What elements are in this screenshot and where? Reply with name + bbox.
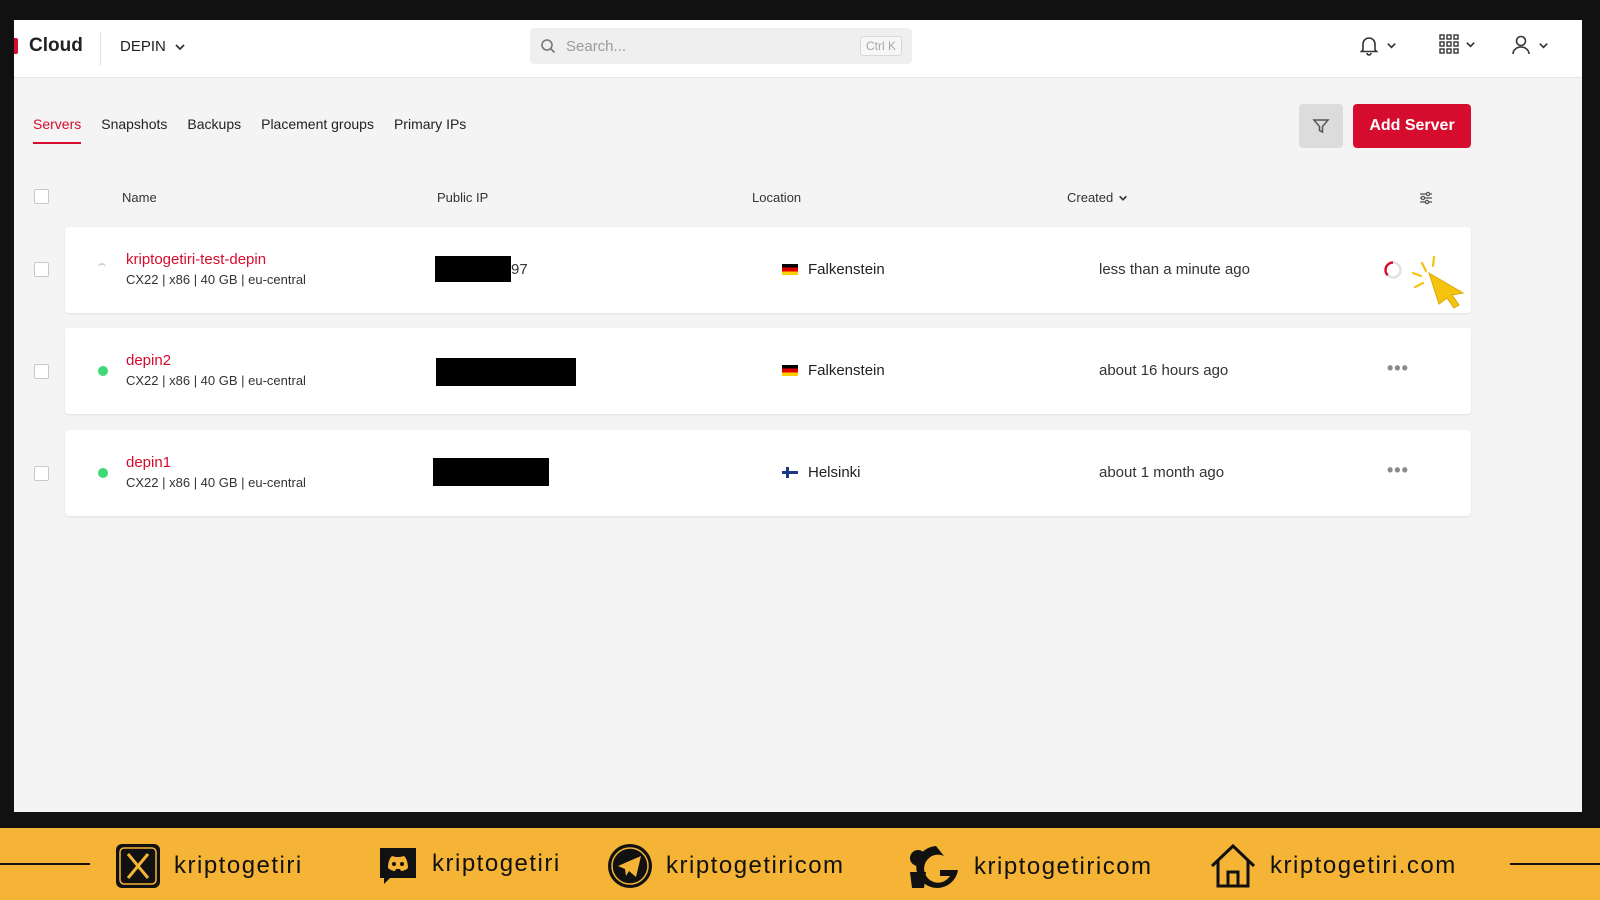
discord-handle: kriptogetiri <box>432 850 561 877</box>
tab-backups[interactable]: Backups <box>187 116 241 144</box>
top-bar: Cloud DEPIN Ctrl K <box>14 20 1582 78</box>
row-checkbox[interactable] <box>34 364 49 379</box>
social-telegram[interactable]: kriptogetiricom <box>606 842 845 890</box>
website-url: kriptogetiri.com <box>1270 852 1457 879</box>
location-label: Falkenstein <box>808 362 885 379</box>
server-location: Falkenstein <box>782 261 885 278</box>
github-handle: kriptogetiricom <box>974 853 1153 880</box>
project-selector[interactable]: DEPIN <box>120 38 186 55</box>
redacted-ip <box>433 458 549 486</box>
status-running-indicator <box>98 468 108 478</box>
column-settings-icon[interactable] <box>1418 190 1434 206</box>
x-handle: kriptogetiri <box>174 852 303 879</box>
project-name: DEPIN <box>120 38 166 55</box>
row-checkbox[interactable] <box>34 466 49 481</box>
filter-button[interactable] <box>1299 104 1343 148</box>
telegram-logo-icon <box>608 844 652 888</box>
column-header-created-label: Created <box>1067 190 1114 205</box>
more-options-button[interactable]: ••• <box>1387 460 1409 481</box>
select-all-checkbox[interactable] <box>34 189 49 204</box>
chevron-down-icon <box>1539 42 1548 49</box>
add-server-button[interactable]: Add Server <box>1353 104 1471 148</box>
column-header-name[interactable]: Name <box>122 190 157 205</box>
server-name-link[interactable]: depin1 <box>126 454 171 471</box>
finland-flag-icon <box>782 467 798 478</box>
github-logo-icon <box>910 846 958 888</box>
filter-icon <box>1312 119 1330 134</box>
brand-title[interactable]: Cloud <box>29 35 83 57</box>
server-row[interactable]: depin2 CX22 | x86 | 40 GB | eu-central F… <box>65 328 1471 414</box>
loading-spinner-icon <box>1384 261 1402 279</box>
server-location: Falkenstein <box>782 362 885 379</box>
tab-placement-groups[interactable]: Placement groups <box>261 116 374 144</box>
divider <box>100 32 101 66</box>
location-label: Falkenstein <box>808 261 885 278</box>
server-name-link[interactable]: kriptogetiri-test-depin <box>126 251 266 268</box>
server-spec: CX22 | x86 | 40 GB | eu-central <box>126 373 306 388</box>
telegram-handle: kriptogetiricom <box>666 852 845 879</box>
germany-flag-icon <box>782 264 798 275</box>
server-spec: CX22 | x86 | 40 GB | eu-central <box>126 272 306 287</box>
column-header-location[interactable]: Location <box>752 190 801 205</box>
notifications-button[interactable] <box>1358 34 1397 56</box>
home-icon <box>1210 843 1256 888</box>
grid-icon <box>1439 34 1459 54</box>
sort-chevron-down-icon <box>1119 195 1128 201</box>
created-time: about 16 hours ago <box>1099 362 1229 379</box>
germany-flag-icon <box>782 365 798 376</box>
location-label: Helsinki <box>808 464 861 481</box>
social-banner: kriptogetiri kriptogetiri kriptogetirico… <box>0 828 1600 900</box>
tab-servers[interactable]: Servers <box>33 116 82 144</box>
column-header-public-ip[interactable]: Public IP <box>437 190 488 205</box>
banner-line-right <box>1510 863 1600 865</box>
server-location: Helsinki <box>782 464 861 481</box>
user-icon <box>1512 35 1530 55</box>
status-running-indicator <box>98 366 108 376</box>
banner-line-left <box>0 863 90 865</box>
search-shortcut: Ctrl K <box>860 36 902 56</box>
resource-tabs: Servers Snapshots Backups Placement grou… <box>33 116 466 144</box>
social-discord[interactable]: kriptogetiri <box>376 842 561 886</box>
logo-icon[interactable] <box>14 38 18 54</box>
server-row[interactable]: kriptogetiri-test-depin CX22 | x86 | 40 … <box>65 227 1471 313</box>
discord-logo-icon <box>380 848 416 884</box>
search-box[interactable]: Ctrl K <box>530 28 912 64</box>
bell-icon <box>1359 37 1379 56</box>
apps-menu-button[interactable] <box>1439 34 1476 54</box>
user-menu-button[interactable] <box>1510 34 1549 56</box>
chevron-down-icon <box>1387 42 1396 49</box>
created-time: less than a minute ago <box>1099 261 1250 278</box>
created-time: about 1 month ago <box>1099 464 1225 481</box>
redacted-ip <box>436 358 576 386</box>
search-icon <box>541 39 556 54</box>
search-input[interactable] <box>566 37 860 55</box>
status-initializing-indicator <box>98 263 106 271</box>
social-website[interactable]: kriptogetiri.com <box>1208 842 1457 890</box>
x-logo-icon <box>116 844 160 888</box>
tab-snapshots[interactable]: Snapshots <box>101 116 167 144</box>
redacted-ip <box>435 256 511 282</box>
more-options-button[interactable]: ••• <box>1387 358 1409 379</box>
public-ip-value[interactable]: 97 <box>511 261 528 278</box>
server-spec: CX22 | x86 | 40 GB | eu-central <box>126 475 306 490</box>
social-github[interactable]: kriptogetiricom <box>904 842 1153 892</box>
column-header-created[interactable]: Created <box>1067 190 1128 205</box>
row-checkbox[interactable] <box>34 262 49 277</box>
app-window: Cloud DEPIN Ctrl K <box>14 20 1582 812</box>
server-row[interactable]: depin1 CX22 | x86 | 40 GB | eu-central H… <box>65 430 1471 516</box>
chevron-down-icon <box>1466 41 1475 48</box>
tab-primary-ips[interactable]: Primary IPs <box>394 116 466 144</box>
chevron-down-icon <box>175 43 185 50</box>
server-name-link[interactable]: depin2 <box>126 352 171 369</box>
social-x[interactable]: kriptogetiri <box>114 842 303 890</box>
pointer-cursor-icon <box>1411 255 1465 309</box>
